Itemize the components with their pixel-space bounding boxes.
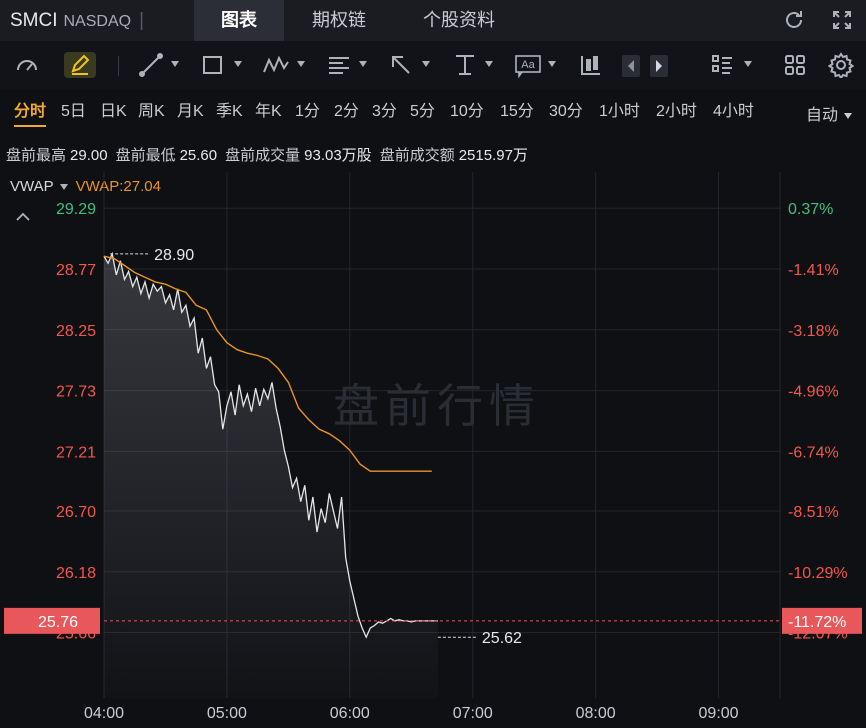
- percent-tick-label: -1.41%: [788, 262, 839, 279]
- left-price-axis: 29.2928.7728.2527.7327.2126.7026.1825.66: [56, 201, 96, 642]
- time-tick-label: 08:00: [576, 705, 616, 722]
- percent-tick-label: -4.96%: [788, 384, 839, 401]
- percent-tick-label: -6.74%: [788, 444, 839, 461]
- price-area: [104, 253, 438, 699]
- time-tick-label: 06:00: [330, 705, 370, 722]
- price-tick-label: 27.21: [56, 444, 96, 461]
- current-pct-label: -11.72%: [788, 614, 846, 631]
- intraday-chart[interactable]: 盘前行情 28.90 25.62 29.29 28.77 28.25 27.73 27.2…: [0, 0, 866, 728]
- time-tick-label: 05:00: [207, 705, 247, 722]
- watermark-label: 盘前行情: [333, 379, 541, 433]
- percent-tick-label: -3.18%: [788, 323, 839, 340]
- time-tick-label: 09:00: [699, 705, 739, 722]
- low-marker-label: 25.62: [482, 630, 522, 647]
- percent-tick-label: -8.51%: [788, 504, 839, 521]
- right-percent-axis: 0.37% -1.41% -3.18% -4.96% -6.74% -8.51% -10.2…: [788, 201, 848, 642]
- current-price-label: 25.76: [38, 614, 78, 631]
- high-marker-label: 28.90: [154, 247, 194, 264]
- time-tick-label: 04:00: [84, 705, 124, 722]
- time-tick-label: 07:00: [453, 705, 493, 722]
- price-tick-label: 26.70: [56, 504, 96, 521]
- percent-tick-label: 0.37%: [788, 201, 833, 218]
- price-tick-label: 28.25: [56, 323, 96, 340]
- percent-tick-label: -10.29%: [788, 565, 848, 582]
- time-axis: 04:00 05:00 06:00 07:00 08:00 09:00: [84, 705, 739, 722]
- price-tick-label: 29.29: [56, 201, 96, 218]
- price-tick-label: 28.77: [56, 262, 96, 279]
- price-tick-label: 26.18: [56, 565, 96, 582]
- price-tick-label: 27.73: [56, 384, 96, 401]
